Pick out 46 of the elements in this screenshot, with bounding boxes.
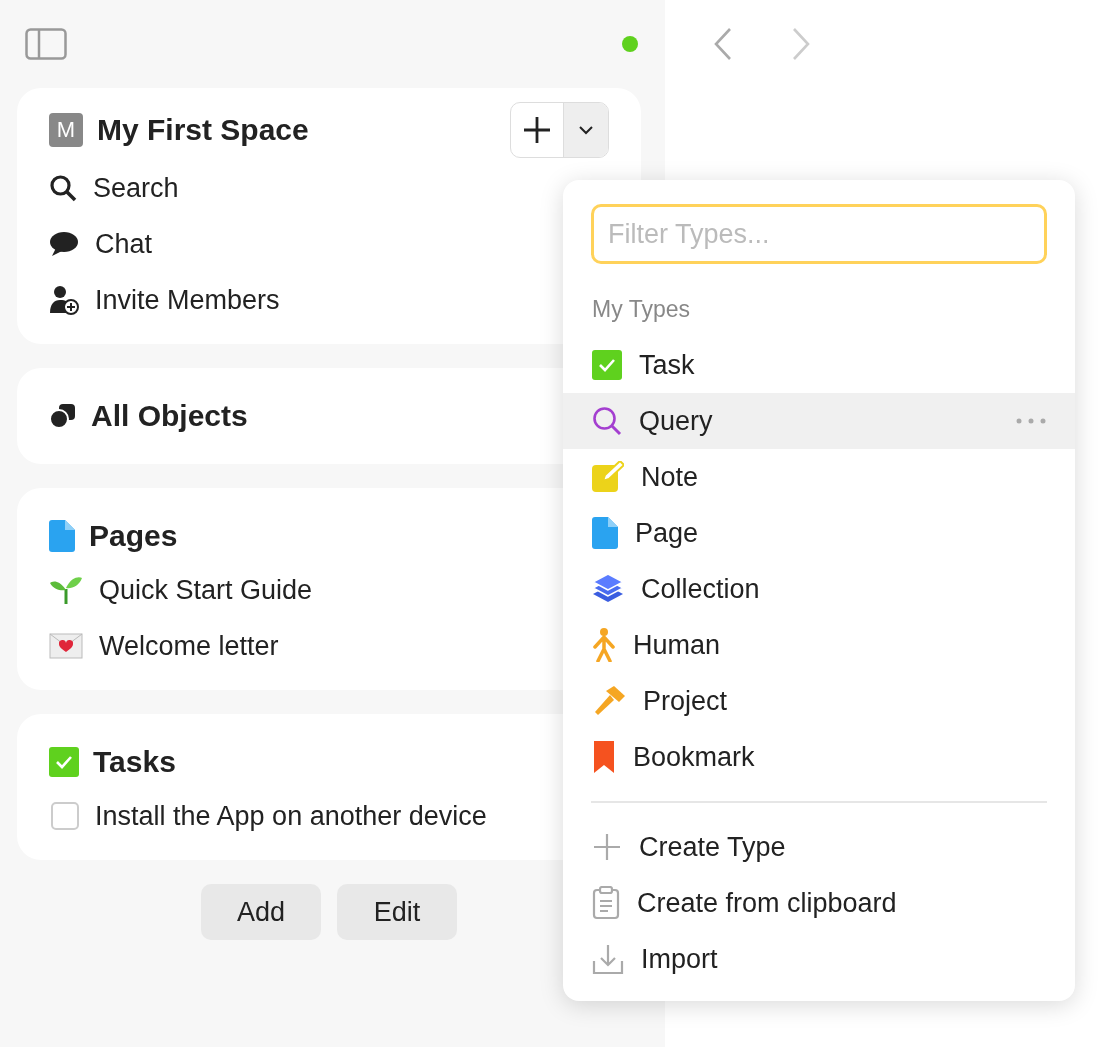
layers-icon bbox=[592, 574, 624, 604]
document-icon bbox=[592, 517, 618, 549]
clipboard-icon bbox=[592, 886, 620, 920]
document-link[interactable]: Welcome letter bbox=[99, 630, 279, 662]
create-split-button[interactable] bbox=[510, 102, 609, 158]
shapes-icon bbox=[49, 402, 77, 430]
menu-action[interactable]: Create Type bbox=[563, 819, 1075, 875]
type-item[interactable]: Bookmark bbox=[563, 729, 1075, 785]
bookmark-icon bbox=[592, 741, 616, 773]
type-item[interactable]: Project bbox=[563, 673, 1075, 729]
sprout-icon bbox=[49, 575, 83, 605]
person-plus-icon bbox=[49, 285, 79, 315]
type-item[interactable]: Task bbox=[563, 337, 1075, 393]
status-dot bbox=[622, 36, 638, 52]
filter-field[interactable]: Filter Types... bbox=[591, 204, 1047, 264]
type-item[interactable]: Collection bbox=[563, 561, 1075, 617]
download-icon bbox=[592, 943, 624, 975]
nav-item[interactable]: Chat bbox=[95, 228, 153, 260]
menu-action[interactable]: Create from clipboard bbox=[563, 875, 1075, 931]
section-label: My Types bbox=[591, 295, 691, 324]
footer-button[interactable]: Edit bbox=[337, 884, 457, 940]
type-item[interactable]: Query bbox=[563, 393, 1075, 449]
hammer-icon bbox=[592, 685, 626, 717]
type-item[interactable]: Human bbox=[563, 617, 1075, 673]
nav-item[interactable]: Invite Members bbox=[95, 284, 280, 316]
footer-button[interactable]: Add bbox=[201, 884, 321, 940]
type-item[interactable]: Note bbox=[563, 449, 1075, 505]
document-icon bbox=[49, 520, 75, 552]
document-link[interactable]: Quick Start Guide bbox=[99, 574, 313, 606]
plus-icon bbox=[592, 832, 622, 862]
speech-bubble-icon bbox=[49, 231, 79, 257]
space-name[interactable]: My First Space bbox=[97, 113, 496, 147]
checkbox-checked-icon bbox=[49, 747, 79, 777]
menu-action[interactable]: Import bbox=[563, 931, 1075, 987]
checkbox-checked-icon bbox=[592, 350, 622, 380]
sidebar-toggle-icon[interactable] bbox=[25, 28, 67, 60]
search-icon bbox=[592, 406, 622, 436]
person-icon bbox=[592, 628, 616, 662]
task-checkbox[interactable] bbox=[51, 802, 79, 830]
space-avatar: M bbox=[49, 113, 83, 147]
nav-item[interactable]: Search bbox=[93, 172, 179, 204]
task-item[interactable]: Install the App on another device bbox=[95, 800, 487, 832]
note-pencil-icon bbox=[592, 461, 624, 493]
more-icon[interactable] bbox=[1015, 417, 1047, 425]
type-item[interactable]: Page bbox=[563, 505, 1075, 561]
search-icon bbox=[49, 174, 77, 202]
